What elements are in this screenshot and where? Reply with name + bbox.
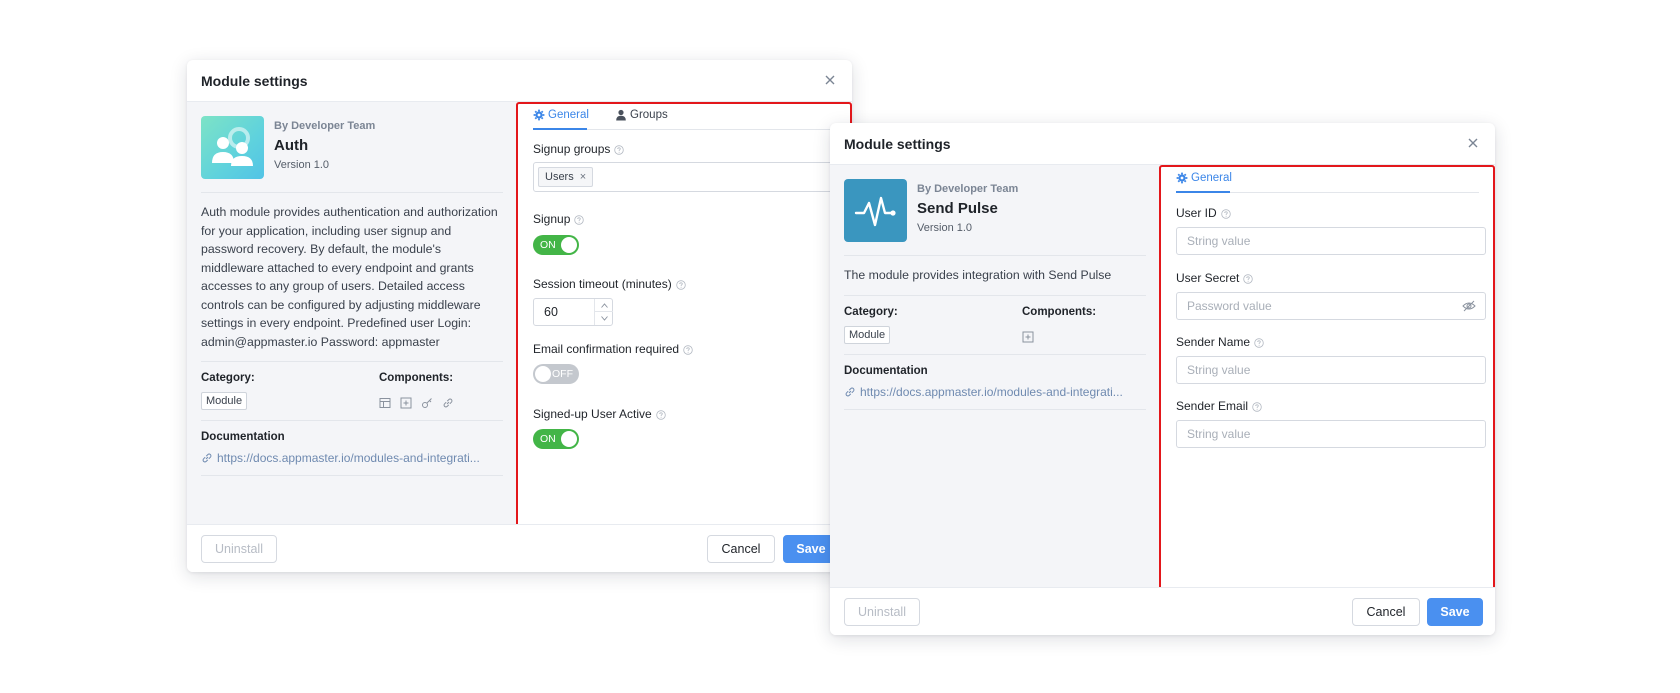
module-info-pane: By Developer Team Auth Version 1.0 Auth … xyxy=(187,102,517,524)
table-icon xyxy=(379,396,391,408)
module-info-pane: By Developer Team Send Pulse Version 1.0… xyxy=(830,165,1160,587)
cancel-button[interactable]: Cancel xyxy=(1352,598,1420,626)
module-name: Send Pulse xyxy=(917,200,998,217)
dialog-header: Module settings xyxy=(830,123,1495,165)
category-tag: Module xyxy=(844,325,891,344)
cancel-button[interactable]: Cancel xyxy=(707,535,775,563)
divider xyxy=(844,353,1146,355)
documentation-url[interactable]: https://docs.appmaster.io/modules-and-in… xyxy=(217,451,503,465)
module-version: Version 1.0 xyxy=(274,159,330,171)
documentation-url[interactable]: https://docs.appmaster.io/modules-and-in… xyxy=(860,385,1146,399)
module-version: Version 1.0 xyxy=(917,222,973,234)
module-header: By Developer Team Auth Version 1.0 xyxy=(201,116,503,182)
category-components-row: Category: Module Components: xyxy=(844,306,1146,344)
close-icon[interactable] xyxy=(822,72,838,88)
divider xyxy=(201,361,503,362)
dialog-header: Module settings xyxy=(187,60,852,102)
highlight-box xyxy=(516,102,852,528)
divider xyxy=(201,192,503,193)
divider xyxy=(201,420,503,421)
category-label: Category: xyxy=(201,372,255,384)
divider xyxy=(844,294,1146,296)
divider xyxy=(844,255,1146,256)
module-meta: By Developer Team Send Pulse Version 1.0 xyxy=(917,179,1018,234)
plus-square-icon xyxy=(400,396,412,409)
link-icon xyxy=(844,386,856,398)
category-tag: Module xyxy=(201,392,248,410)
category-components-row: Category: Module Components: xyxy=(201,372,503,410)
link-icon xyxy=(442,396,454,408)
documentation-label: Documentation xyxy=(201,431,285,443)
component-icons xyxy=(1022,330,1096,342)
dialog-footer: Uninstall Cancel Save xyxy=(187,524,852,572)
dialog-footer: Uninstall Cancel Save xyxy=(830,587,1495,635)
link-icon xyxy=(201,452,213,464)
category-section: Category: Module xyxy=(844,306,1022,344)
module-meta: By Developer Team Auth Version 1.0 xyxy=(274,116,375,171)
key-icon xyxy=(421,396,433,408)
auth-module-logo xyxy=(201,116,264,179)
module-author: By Developer Team xyxy=(274,120,376,132)
documentation-link[interactable]: https://docs.appmaster.io/modules-and-in… xyxy=(844,385,1146,399)
dialog-title: Module settings xyxy=(844,136,951,152)
documentation-label: Documentation xyxy=(844,364,928,377)
module-settings-dialog-auth: Module settings By Developer Team Auth V… xyxy=(187,60,852,572)
plus-square-icon xyxy=(1022,330,1034,342)
uninstall-button[interactable]: Uninstall xyxy=(201,535,277,563)
dialog-title: Module settings xyxy=(201,73,308,89)
save-button[interactable]: Save xyxy=(1427,598,1483,626)
module-name: Auth xyxy=(274,137,309,154)
components-section: Components: xyxy=(379,372,454,410)
components-section: Components: xyxy=(1022,306,1096,344)
documentation-link[interactable]: https://docs.appmaster.io/modules-and-in… xyxy=(201,451,503,465)
module-settings-dialog-send-pulse: Module settings By Developer Team Send P… xyxy=(830,123,1495,635)
divider xyxy=(201,475,503,476)
module-header: By Developer Team Send Pulse Version 1.0 xyxy=(844,179,1146,245)
module-description: The module provides integration with Sen… xyxy=(844,268,1112,282)
category-section: Category: Module xyxy=(201,372,379,410)
highlight-box xyxy=(1159,165,1495,591)
send-pulse-module-logo xyxy=(844,179,907,242)
category-label: Category: xyxy=(844,305,898,318)
close-icon[interactable] xyxy=(1465,135,1481,151)
divider xyxy=(844,408,1146,410)
uninstall-button[interactable]: Uninstall xyxy=(844,598,920,626)
module-author: By Developer Team xyxy=(917,183,1019,195)
component-icons xyxy=(379,396,454,409)
components-label: Components: xyxy=(379,372,454,384)
module-description: Auth module provides authentication and … xyxy=(201,205,498,349)
components-label: Components: xyxy=(1022,305,1097,318)
